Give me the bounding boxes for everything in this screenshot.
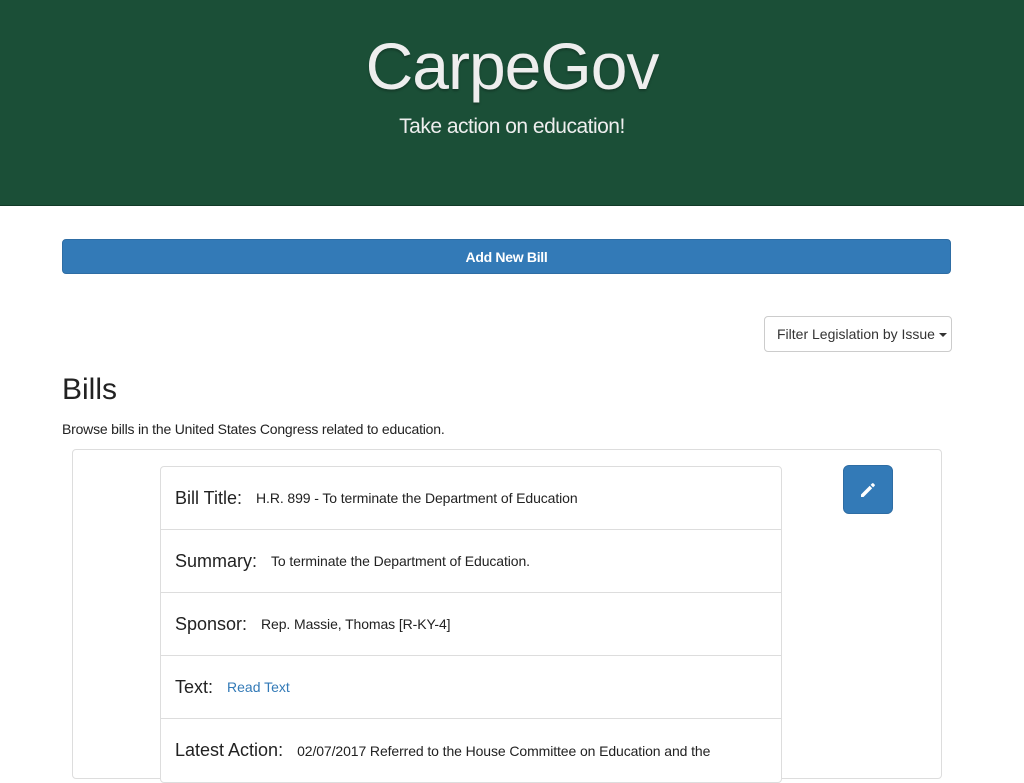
filter-legislation-dropdown[interactable]: Filter Legislation by Issue (764, 316, 952, 352)
site-title: CarpeGov (365, 29, 660, 103)
bill-sponsor-row: Sponsor: Rep. Massie, Thomas [R-KY-4] (161, 593, 781, 656)
caret-down-icon (938, 333, 947, 338)
add-new-bill-button[interactable]: Add New Bill (62, 239, 951, 274)
bill-title-value: H.R. 899 - To terminate the Department o… (256, 490, 578, 506)
bill-summary-label: Summary: (175, 550, 258, 571)
bill-details-list: Bill Title: H.R. 899 - To terminate the … (160, 466, 782, 783)
bill-sponsor-label: Sponsor: (175, 613, 248, 634)
bill-title-row: Bill Title: H.R. 899 - To terminate the … (161, 467, 781, 530)
pencil-icon (861, 482, 875, 497)
bill-latest-action-value: 02/07/2017 Referred to the House Committ… (297, 742, 711, 759)
bill-summary-row: Summary: To terminate the Department of … (161, 530, 781, 593)
bill-sponsor-value: Rep. Massie, Thomas [R-KY-4] (261, 616, 451, 632)
bills-heading: Bills (62, 373, 118, 406)
edit-bill-button[interactable] (843, 465, 893, 514)
bill-latest-action-label: Latest Action: (175, 740, 284, 760)
site-header: CarpeGov Take action on education! (0, 0, 1024, 206)
bills-description: Browse bills in the United States Congre… (62, 421, 445, 437)
filter-dropdown-label: Filter Legislation by Issue (777, 326, 935, 342)
bill-title-label: Bill Title: (175, 487, 243, 508)
bill-latest-action-row: Latest Action: 02/07/2017 Referred to th… (161, 719, 781, 782)
read-text-link[interactable]: Read Text (227, 679, 290, 695)
bill-summary-value: To terminate the Department of Education… (271, 553, 530, 569)
bill-text-row: Text: Read Text (161, 656, 781, 719)
bill-text-label: Text: (175, 676, 214, 697)
site-tagline: Take action on education! (399, 115, 625, 138)
